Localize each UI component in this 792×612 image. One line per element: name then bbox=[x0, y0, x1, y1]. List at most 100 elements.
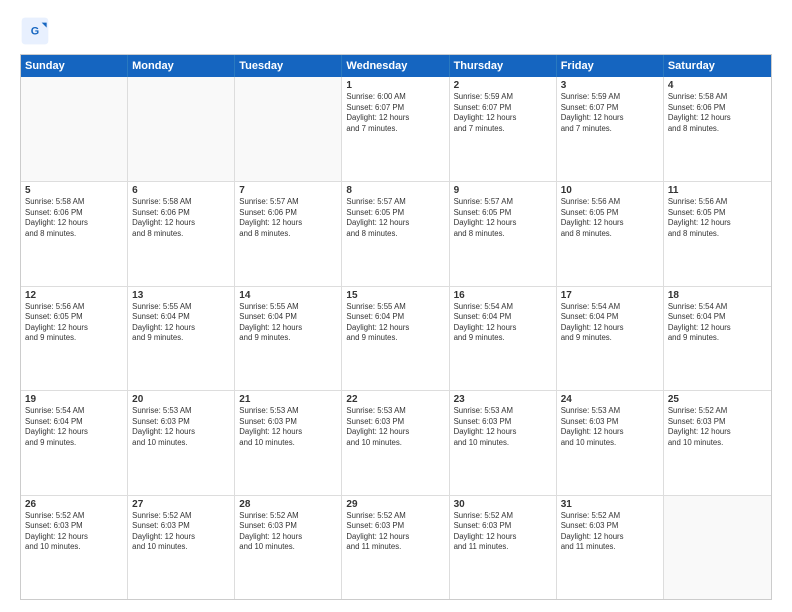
day-info: Sunrise: 5:52 AMSunset: 6:03 PMDaylight:… bbox=[346, 511, 444, 553]
calendar-row-2: 5 Sunrise: 5:58 AMSunset: 6:06 PMDaylight… bbox=[21, 181, 771, 285]
day-number: 22 bbox=[346, 394, 444, 405]
day-cell-31: 31Sunrise: 5:52 AMSunset: 6:03 PMDayligh… bbox=[557, 496, 664, 599]
day-cell-20: 20Sunrise: 5:53 AMSunset: 6:03 PMDayligh… bbox=[128, 391, 235, 494]
day-number: 4 bbox=[668, 80, 767, 91]
day-cell-2: 2Sunrise: 5:59 AMSunset: 6:07 PMDaylight… bbox=[450, 77, 557, 181]
day-cell-25: 25Sunrise: 5:52 AMSunset: 6:03 PMDayligh… bbox=[664, 391, 771, 494]
day-cell-7: 7Sunrise: 5:57 AMSunset: 6:06 PMDaylight… bbox=[235, 182, 342, 285]
day-info: Sunrise: 5:56 AMSunset: 6:05 PMDaylight:… bbox=[561, 197, 659, 239]
day-info: Sunrise: 5:52 AMSunset: 6:03 PMDaylight:… bbox=[561, 511, 659, 553]
day-number: 28 bbox=[239, 499, 337, 510]
header-day-sunday: Sunday bbox=[21, 55, 128, 77]
day-number: 5 bbox=[25, 185, 123, 196]
page: G SundayMondayTuesdayWednesdayThursdayFr… bbox=[0, 0, 792, 612]
calendar-row-1: 1Sunrise: 6:00 AMSunset: 6:07 PMDaylight… bbox=[21, 77, 771, 181]
day-cell-14: 14Sunrise: 5:55 AMSunset: 6:04 PMDayligh… bbox=[235, 287, 342, 390]
header: G bbox=[20, 16, 772, 46]
day-info: Sunrise: 5:54 AMSunset: 6:04 PMDaylight:… bbox=[561, 302, 659, 344]
day-cell-23: 23Sunrise: 5:53 AMSunset: 6:03 PMDayligh… bbox=[450, 391, 557, 494]
day-info: Sunrise: 5:55 AMSunset: 6:04 PMDaylight:… bbox=[239, 302, 337, 344]
day-info: Sunrise: 5:56 AMSunset: 6:05 PMDaylight:… bbox=[25, 302, 123, 344]
day-info: Sunrise: 5:53 AMSunset: 6:03 PMDaylight:… bbox=[561, 406, 659, 448]
day-number: 21 bbox=[239, 394, 337, 405]
day-number: 27 bbox=[132, 499, 230, 510]
day-cell-1: 1Sunrise: 6:00 AMSunset: 6:07 PMDaylight… bbox=[342, 77, 449, 181]
empty-cell bbox=[21, 77, 128, 181]
day-info: Sunrise: 5:53 AMSunset: 6:03 PMDaylight:… bbox=[346, 406, 444, 448]
day-number: 8 bbox=[346, 185, 444, 196]
day-cell-27: 27Sunrise: 5:52 AMSunset: 6:03 PMDayligh… bbox=[128, 496, 235, 599]
day-info: Sunrise: 5:59 AMSunset: 6:07 PMDaylight:… bbox=[561, 92, 659, 134]
day-info: Sunrise: 5:57 AMSunset: 6:05 PMDaylight:… bbox=[454, 197, 552, 239]
day-cell-12: 12Sunrise: 5:56 AMSunset: 6:05 PMDayligh… bbox=[21, 287, 128, 390]
day-info: Sunrise: 5:54 AMSunset: 6:04 PMDaylight:… bbox=[454, 302, 552, 344]
day-cell-30: 30Sunrise: 5:52 AMSunset: 6:03 PMDayligh… bbox=[450, 496, 557, 599]
day-cell-26: 26Sunrise: 5:52 AMSunset: 6:03 PMDayligh… bbox=[21, 496, 128, 599]
calendar-row-5: 26 Sunrise: 5:52 AMSunset: 6:03 PMDayligh… bbox=[21, 495, 771, 599]
day-number: 16 bbox=[454, 290, 552, 301]
day-cell-15: 15Sunrise: 5:55 AMSunset: 6:04 PMDayligh… bbox=[342, 287, 449, 390]
day-info: Sunrise: 5:58 AMSunset: 6:06 PMDaylight:… bbox=[668, 92, 767, 134]
day-number: 31 bbox=[561, 499, 659, 510]
day-cell-10: 10Sunrise: 5:56 AMSunset: 6:05 PMDayligh… bbox=[557, 182, 664, 285]
calendar-row-4: 19Sunrise: 5:54 AMSunset: 6:04 PMDayligh… bbox=[21, 390, 771, 494]
day-cell-8: 8Sunrise: 5:57 AMSunset: 6:05 PMDaylight… bbox=[342, 182, 449, 285]
empty-cell bbox=[664, 496, 771, 599]
calendar-header: SundayMondayTuesdayWednesdayThursdayFrid… bbox=[21, 55, 771, 77]
day-number: 14 bbox=[239, 290, 337, 301]
day-info: Sunrise: 5:52 AMSunset: 6:03 PMDaylight:… bbox=[239, 511, 337, 553]
day-number: 23 bbox=[454, 394, 552, 405]
day-info: Sunrise: 5:52 AMSunset: 6:03 PMDaylight:… bbox=[132, 511, 230, 553]
day-number: 30 bbox=[454, 499, 552, 510]
day-cell-21: 21Sunrise: 5:53 AMSunset: 6:03 PMDayligh… bbox=[235, 391, 342, 494]
day-number: 18 bbox=[668, 290, 767, 301]
day-number: 10 bbox=[561, 185, 659, 196]
header-day-thursday: Thursday bbox=[450, 55, 557, 77]
day-info: Sunrise: 5:55 AMSunset: 6:04 PMDaylight:… bbox=[346, 302, 444, 344]
day-cell-16: 16Sunrise: 5:54 AMSunset: 6:04 PMDayligh… bbox=[450, 287, 557, 390]
day-info: Sunrise: 5:53 AMSunset: 6:03 PMDaylight:… bbox=[239, 406, 337, 448]
day-number: 6 bbox=[132, 185, 230, 196]
header-day-friday: Friday bbox=[557, 55, 664, 77]
day-cell-13: 13Sunrise: 5:55 AMSunset: 6:04 PMDayligh… bbox=[128, 287, 235, 390]
header-day-wednesday: Wednesday bbox=[342, 55, 449, 77]
header-day-tuesday: Tuesday bbox=[235, 55, 342, 77]
day-number: 25 bbox=[668, 394, 767, 405]
day-number: 11 bbox=[668, 185, 767, 196]
day-info: Sunrise: 5:52 AMSunset: 6:03 PMDaylight:… bbox=[454, 511, 552, 553]
day-cell-6: 6Sunrise: 5:58 AMSunset: 6:06 PMDaylight… bbox=[128, 182, 235, 285]
day-cell-22: 22Sunrise: 5:53 AMSunset: 6:03 PMDayligh… bbox=[342, 391, 449, 494]
day-info: Sunrise: 5:54 AMSunset: 6:04 PMDaylight:… bbox=[25, 406, 123, 448]
day-info: Sunrise: 5:53 AMSunset: 6:03 PMDaylight:… bbox=[454, 406, 552, 448]
day-info: Sunrise: 5:57 AMSunset: 6:06 PMDaylight:… bbox=[239, 197, 337, 239]
calendar-row-3: 12Sunrise: 5:56 AMSunset: 6:05 PMDayligh… bbox=[21, 286, 771, 390]
day-number: 2 bbox=[454, 80, 552, 91]
day-number: 15 bbox=[346, 290, 444, 301]
logo-icon: G bbox=[20, 16, 50, 46]
day-number: 20 bbox=[132, 394, 230, 405]
logo: G bbox=[20, 16, 52, 46]
day-cell-9: 9Sunrise: 5:57 AMSunset: 6:05 PMDaylight… bbox=[450, 182, 557, 285]
day-info: Sunrise: 6:00 AMSunset: 6:07 PMDaylight:… bbox=[346, 92, 444, 134]
day-cell-17: 17Sunrise: 5:54 AMSunset: 6:04 PMDayligh… bbox=[557, 287, 664, 390]
day-number: 13 bbox=[132, 290, 230, 301]
day-number: 17 bbox=[561, 290, 659, 301]
day-info: Sunrise: 5:59 AMSunset: 6:07 PMDaylight:… bbox=[454, 92, 552, 134]
day-number: 7 bbox=[239, 185, 337, 196]
day-cell-3: 3Sunrise: 5:59 AMSunset: 6:07 PMDaylight… bbox=[557, 77, 664, 181]
day-cell-11: 11Sunrise: 5:56 AMSunset: 6:05 PMDayligh… bbox=[664, 182, 771, 285]
day-info: Sunrise: 5:54 AMSunset: 6:04 PMDaylight:… bbox=[668, 302, 767, 344]
day-cell-18: 18Sunrise: 5:54 AMSunset: 6:04 PMDayligh… bbox=[664, 287, 771, 390]
day-info: Sunrise: 5:52 AMSunset: 6:03 PMDaylight:… bbox=[668, 406, 767, 448]
day-cell-19: 19Sunrise: 5:54 AMSunset: 6:04 PMDayligh… bbox=[21, 391, 128, 494]
day-number: 26 bbox=[25, 499, 123, 510]
day-number: 29 bbox=[346, 499, 444, 510]
day-number: 24 bbox=[561, 394, 659, 405]
calendar: SundayMondayTuesdayWednesdayThursdayFrid… bbox=[20, 54, 772, 600]
day-cell-4: 4Sunrise: 5:58 AMSunset: 6:06 PMDaylight… bbox=[664, 77, 771, 181]
day-info: Sunrise: 5:55 AMSunset: 6:04 PMDaylight:… bbox=[132, 302, 230, 344]
empty-cell bbox=[128, 77, 235, 181]
day-number: 1 bbox=[346, 80, 444, 91]
day-info: Sunrise: 5:58 AMSunset: 6:06 PMDaylight:… bbox=[132, 197, 230, 239]
calendar-body: 1Sunrise: 6:00 AMSunset: 6:07 PMDaylight… bbox=[21, 77, 771, 599]
